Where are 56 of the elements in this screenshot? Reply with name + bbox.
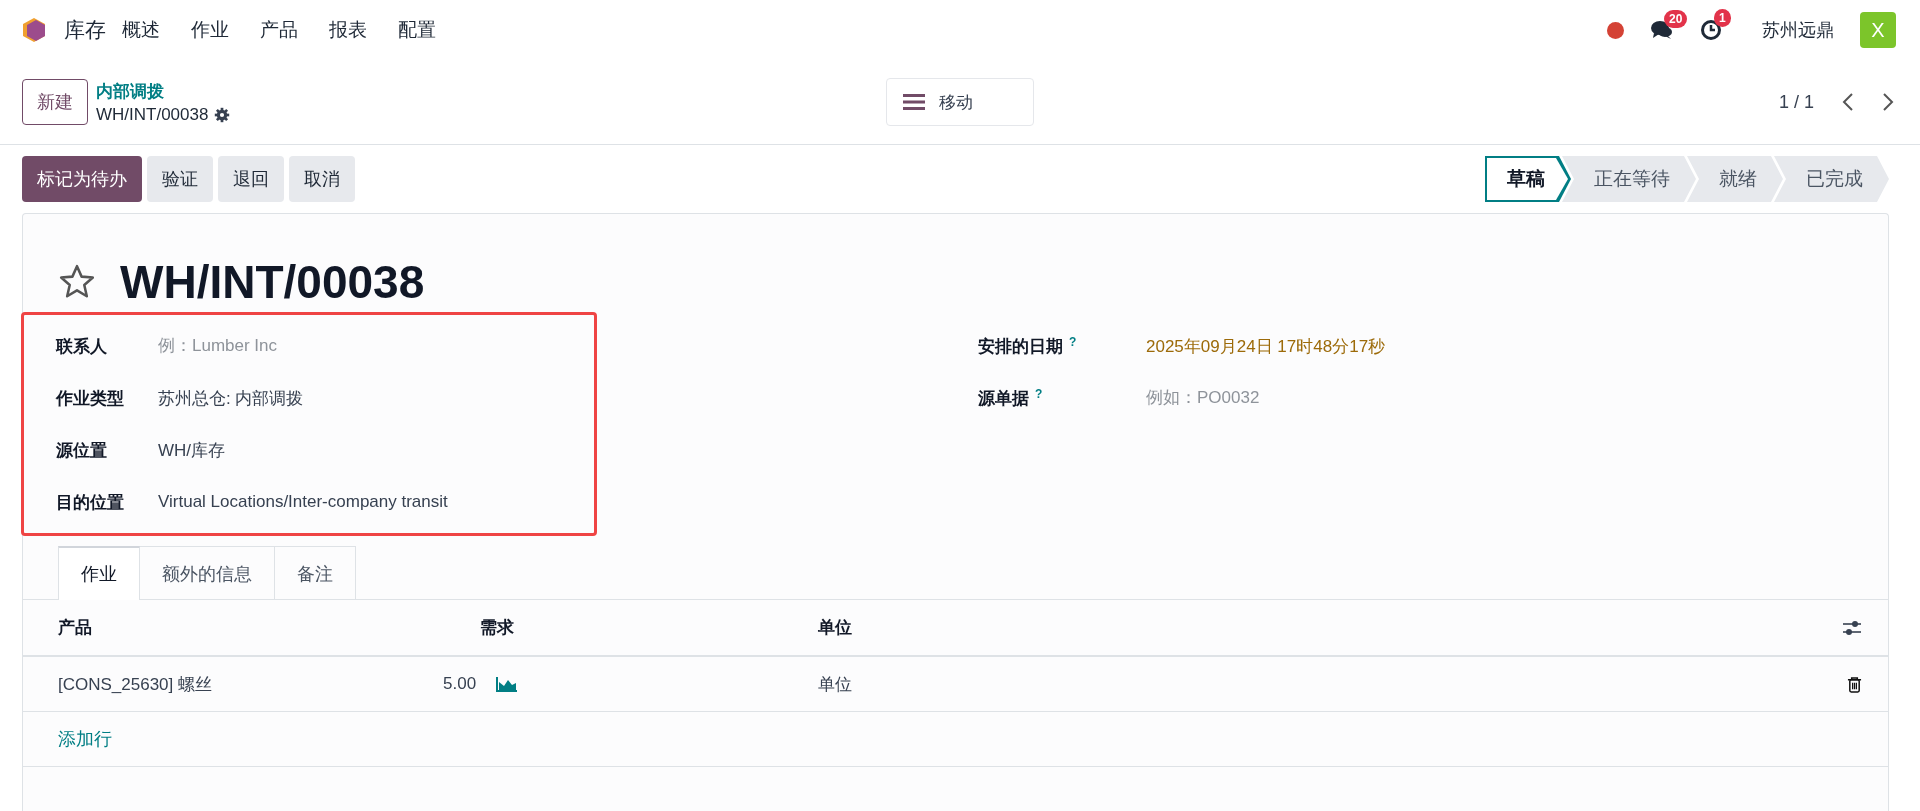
action-button[interactable]: 退回: [218, 156, 284, 202]
input-field[interactable]: 例：Lumber Inc: [158, 336, 458, 356]
count-badge: 20: [1664, 10, 1688, 28]
record-name: WH/INT/00038: [96, 104, 209, 125]
field-value[interactable]: Virtual Locations/Inter-company transit: [158, 492, 448, 512]
pager-value: 1 / 1: [1778, 91, 1814, 113]
help-mark[interactable]: ?: [1069, 334, 1077, 349]
menu-item[interactable]: 报表: [329, 17, 367, 43]
record-title: WH/INT/00038: [120, 254, 425, 309]
action-button[interactable]: 验证: [147, 156, 213, 202]
help-mark[interactable]: ?: [1035, 386, 1043, 401]
field-value[interactable]: WH/库存: [158, 438, 226, 462]
field-label: 源位置: [56, 439, 108, 462]
app-name[interactable]: 库存: [64, 16, 106, 44]
menu-item[interactable]: 作业: [191, 17, 229, 43]
notebook-tab[interactable]: 作业: [58, 546, 140, 600]
notebook-tab[interactable]: 额外的信息: [140, 546, 275, 600]
field-value[interactable]: 2025年09月24日 17时48分17秒: [1146, 334, 1386, 358]
action-menu-button[interactable]: 移动: [886, 78, 1034, 126]
field-label: 安排的日期: [978, 335, 1063, 358]
trash-icon[interactable]: [1847, 675, 1862, 693]
breadcrumb-link[interactable]: 内部调拨: [96, 79, 231, 103]
menu-item[interactable]: 产品: [260, 17, 298, 43]
status-dot: [1607, 21, 1624, 39]
status-stage[interactable]: 已完成: [1774, 156, 1889, 202]
company-name[interactable]: 苏州远鼎: [1762, 18, 1834, 42]
table-cell-text: 单位: [818, 673, 853, 696]
notebook-tab[interactable]: 备注: [275, 546, 356, 600]
add-line-link[interactable]: 添加行: [58, 727, 112, 751]
field-label: 源单据: [978, 387, 1029, 410]
menu-icon: [903, 93, 925, 111]
action-button[interactable]: 取消: [289, 156, 355, 202]
app-logo-icon[interactable]: [22, 17, 46, 43]
input-field[interactable]: 例如：PO0032: [1146, 388, 1446, 408]
sliders-icon[interactable]: [1842, 619, 1862, 636]
count-badge: 1: [1714, 9, 1731, 27]
field-value[interactable]: 苏州总仓: 内部调拨: [158, 386, 304, 410]
status-stage[interactable]: 正在等待: [1562, 156, 1696, 202]
table-cell: 5.00: [443, 674, 477, 694]
field-label: 联系人: [56, 335, 108, 358]
menu-item[interactable]: 配置: [398, 17, 436, 43]
field-label: 作业类型: [56, 387, 125, 410]
menu-item[interactable]: 概述: [122, 17, 160, 43]
column-header[interactable]: 需求: [438, 616, 818, 639]
new-button[interactable]: 新建: [22, 79, 88, 125]
chevron-left-icon[interactable]: [1842, 92, 1854, 112]
action-button[interactable]: 标记为待办: [22, 156, 142, 202]
table-cell-text: [CONS_25630] 螺丝: [58, 673, 213, 696]
status-stage[interactable]: 就绪: [1687, 156, 1783, 202]
area-chart-icon[interactable]: [496, 676, 519, 692]
column-header[interactable]: 产品: [58, 616, 438, 639]
field-label: 目的位置: [56, 491, 125, 514]
gear-icon[interactable]: [214, 106, 231, 123]
column-header[interactable]: 单位: [818, 616, 1842, 639]
chevron-right-icon[interactable]: [1882, 92, 1894, 112]
status-stage[interactable]: 草稿: [1485, 156, 1571, 202]
